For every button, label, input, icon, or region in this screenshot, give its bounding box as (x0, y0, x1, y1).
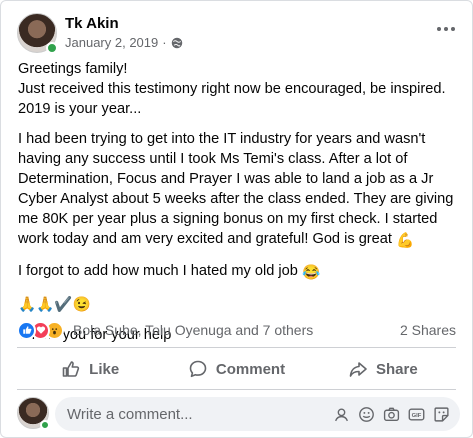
like-label: Like (89, 360, 120, 378)
globe-icon[interactable] (171, 37, 183, 49)
testimony-text: I had been trying to get into the IT ind… (18, 131, 454, 247)
like-button[interactable]: Like (17, 350, 163, 388)
comment-composer: GIF (17, 397, 460, 431)
praying-hands-emoji: 🙏🙏✔️😉 (18, 297, 91, 313)
post-paragraph: 🙏🙏✔️😉 (18, 293, 463, 315)
dot-icon (444, 27, 448, 31)
post-paragraph: I had been trying to get into the IT ind… (18, 129, 463, 251)
dot-icon (437, 27, 441, 31)
comment-button[interactable]: Comment (163, 350, 309, 388)
comment-label: Comment (215, 360, 286, 378)
old-job-text: I forgot to add how much I hated my old … (18, 263, 298, 279)
comment-bubble-icon (189, 360, 207, 378)
post-card: Tk Akin January 2, 2019 · Greetings fami… (0, 0, 473, 438)
intro-text: Just received this testimony right now b… (18, 81, 446, 117)
svg-text:GIF: GIF (412, 413, 422, 419)
post-paragraph: Greetings family! (18, 59, 463, 79)
post-paragraph: Just received this testimony right now b… (18, 79, 463, 119)
laugh-emoji: 😂 (301, 265, 321, 281)
shares-count[interactable]: 2 Shares (400, 322, 456, 338)
meta-separator: · (162, 35, 167, 50)
post-header: Tk Akin January 2, 2019 · (17, 13, 460, 57)
online-status-dot (40, 420, 50, 430)
post-body: Greetings family! Just received this tes… (18, 59, 463, 355)
sticker-icon[interactable] (433, 406, 450, 423)
greeting-text: Greetings family! (18, 61, 128, 77)
share-label: Share (375, 360, 418, 378)
divider (17, 389, 456, 390)
emoji-icon[interactable] (358, 406, 375, 423)
comment-input-icons: GIF (333, 406, 450, 423)
reactions-bar: Bola Sube, Tolu Oyenuga and 7 others 2 S… (17, 319, 456, 341)
dot-icon (451, 27, 455, 31)
reaction-names[interactable]: Bola Sube, Tolu Oyenuga and 7 others (73, 322, 313, 338)
more-options-button[interactable] (432, 19, 460, 39)
author-name[interactable]: Tk Akin (65, 15, 119, 32)
thumbs-up-icon (62, 361, 80, 377)
gif-icon[interactable]: GIF (408, 406, 425, 423)
online-status-dot (46, 42, 58, 54)
camera-icon[interactable] (383, 406, 400, 423)
avatar-sticker-icon[interactable] (333, 406, 350, 423)
action-bar: Like Comment Share (17, 350, 456, 388)
comment-input-wrapper: GIF (55, 397, 460, 431)
comment-input[interactable] (67, 405, 333, 423)
muscle-emoji: 💪 (396, 233, 415, 249)
post-paragraph: I forgot to add how much I hated my old … (18, 261, 463, 283)
divider (17, 347, 456, 348)
post-meta: January 2, 2019 · (65, 35, 183, 50)
share-arrow-icon (349, 362, 367, 377)
reaction-icons[interactable] (17, 320, 64, 340)
share-button[interactable]: Share (310, 350, 456, 388)
post-date[interactable]: January 2, 2019 (65, 35, 158, 50)
like-reaction-icon (17, 320, 36, 340)
